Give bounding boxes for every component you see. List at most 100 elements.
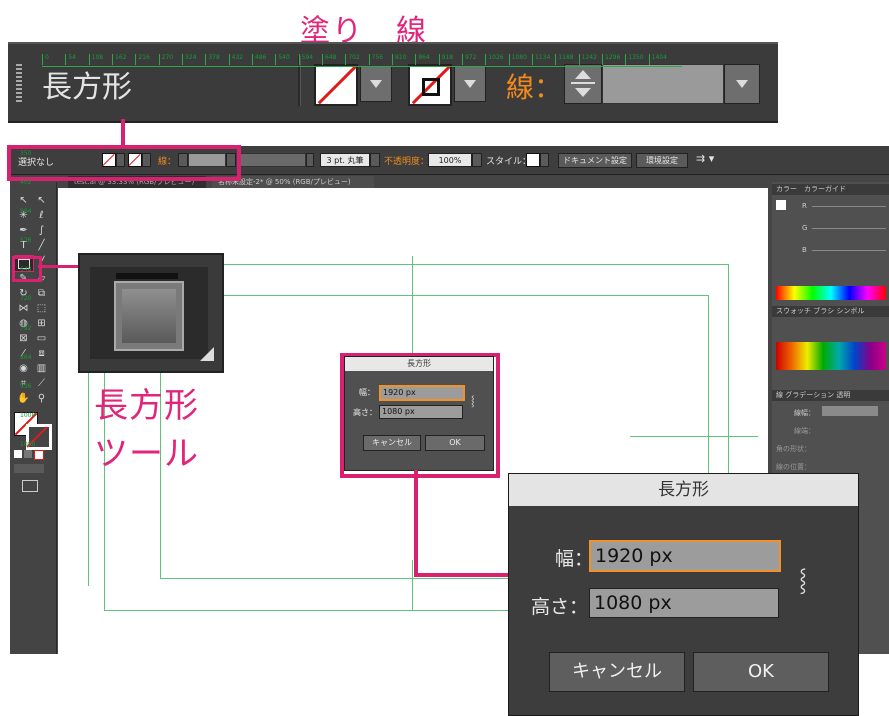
gradient-tab[interactable]: グラデーション	[785, 391, 834, 399]
tool-callout-line2: ツール	[94, 434, 199, 474]
tool-name-label: 長方形	[42, 70, 132, 105]
stroke-weight-stepper[interactable]	[564, 64, 602, 104]
ruler-h-tick: 108	[88, 54, 103, 65]
ruler-h-tick: 1404	[648, 54, 667, 65]
ruler-h-tick: 810	[392, 54, 406, 65]
ruler-v-tick: 720	[20, 295, 32, 303]
line-width-input[interactable]	[822, 406, 878, 416]
large-width-input[interactable]: 1920 px	[589, 540, 781, 572]
large-cancel-button[interactable]: キャンセル	[549, 652, 685, 692]
stroke-dropdown-button[interactable]	[454, 66, 486, 102]
guide-line	[630, 436, 758, 437]
g-slider[interactable]	[812, 228, 886, 229]
r-label: R	[802, 202, 807, 210]
small-ok-button[interactable]: OK	[425, 435, 485, 451]
stroke-panel-header[interactable]: 線 グラデーション 透明	[772, 390, 889, 401]
brush-select[interactable]: 3 pt. 丸筆	[320, 153, 370, 167]
tool-connector-line	[38, 265, 78, 268]
large-height-input[interactable]: 1080 px	[589, 588, 779, 618]
connector-line	[121, 119, 125, 147]
color-spectrum[interactable]	[776, 286, 886, 300]
small-height-input[interactable]: 1080 px	[379, 405, 463, 419]
variable-width-field[interactable]	[238, 153, 306, 167]
fill-swatch[interactable]	[314, 64, 358, 106]
stepper-up-icon	[575, 70, 591, 79]
large-link-constrain-icon[interactable]: ⸾	[799, 564, 807, 594]
ruler-v-tick: 1008	[20, 411, 36, 419]
color-fill-preview[interactable]	[776, 200, 786, 210]
link-constrain-icon[interactable]: ⸾	[471, 393, 475, 407]
ruler-h-tick: 378	[205, 54, 220, 65]
ruler-h-tick: 0	[42, 54, 49, 65]
ruler-v-tick: 936	[20, 382, 32, 390]
dialog-connector-vertical	[414, 470, 418, 576]
ruler-h-tick: 1350	[625, 54, 644, 65]
brush-tab[interactable]: ブラシ	[813, 307, 834, 315]
ruler-v-tick: 792	[20, 324, 32, 332]
variable-width-dd[interactable]	[306, 153, 314, 167]
grip-handle[interactable]	[16, 64, 22, 102]
stroke-weight-dropdown[interactable]	[724, 64, 760, 104]
swatch-panel-header[interactable]: スウォッチ ブラシ シンボル	[772, 306, 889, 317]
b-slider[interactable]	[812, 250, 886, 251]
guide-line	[412, 560, 413, 610]
ruler-h-tick: 756	[368, 54, 383, 65]
stroke-weight-input[interactable]	[602, 64, 724, 104]
small-height-label: 高さ：	[353, 408, 377, 417]
ruler-h-tick: 486	[252, 54, 266, 65]
small-width-input[interactable]: 1920 px	[379, 385, 465, 401]
rectangle-tool-highlight	[12, 256, 42, 282]
stroke-tab[interactable]: 線	[776, 391, 783, 399]
ruler-h-tick: 216	[135, 54, 150, 65]
swatch-tab[interactable]: スウォッチ	[776, 307, 811, 315]
tool-zoom-bar	[116, 273, 178, 279]
rectangle-big-icon	[114, 281, 184, 351]
symbol-tab[interactable]: シンボル	[836, 307, 864, 315]
ruler-h-tick: 648	[322, 54, 336, 65]
swatch-grid[interactable]	[776, 342, 886, 370]
rectangle-big-fill	[122, 289, 176, 343]
ruler-h-tick: 864	[415, 54, 430, 65]
opacity-input[interactable]: 100%	[428, 153, 472, 167]
guide-line	[708, 295, 709, 485]
document-setup-button[interactable]: ドキュメント設定	[558, 153, 632, 168]
brush-dd[interactable]	[370, 153, 380, 167]
color-guide-tab[interactable]: カラーガイド	[804, 185, 846, 193]
ruler-h-tick: 702	[345, 54, 360, 65]
ruler-v-tick: 504	[20, 208, 32, 216]
dialog-connector-horizontal	[414, 573, 510, 577]
opacity-dd[interactable]	[472, 153, 482, 167]
stroke-weight-label: 線：	[506, 71, 563, 104]
color-tab[interactable]: カラー	[776, 185, 797, 193]
ruler-h-tick: 918	[438, 54, 453, 65]
color-panel-header[interactable]: カラー カラーガイド	[772, 184, 889, 195]
fill-dropdown-button[interactable]	[360, 66, 392, 102]
guide-line	[728, 264, 729, 484]
large-ok-button[interactable]: OK	[693, 652, 829, 692]
ruler-v-tick: 864	[20, 353, 32, 361]
transparency-tab[interactable]: 透明	[836, 391, 850, 399]
control-bar-highlight	[7, 145, 241, 181]
small-cancel-button[interactable]: キャンセル	[363, 435, 421, 451]
line-width-label: 線幅：	[794, 409, 815, 417]
r-slider[interactable]	[812, 206, 886, 207]
arrange-icon[interactable]: ⇉ ▾	[696, 152, 714, 165]
g-label: G	[802, 224, 808, 232]
rectangle-dialog-small: 長方形 幅： 1920 px 高さ： 1080 px ⸾ キャンセル OK	[344, 356, 494, 471]
stroke-swatch[interactable]	[408, 64, 452, 106]
ruler-v-tick: 350	[20, 150, 32, 157]
ruler-h-tick: 1134	[532, 54, 550, 65]
vertical-ruler: 350 402 504 576 648 720 792 864 936 1008 1080	[20, 150, 40, 480]
ruler-h-tick: 1026	[485, 54, 504, 65]
style-dd[interactable]	[540, 153, 549, 167]
stepper-divider	[571, 82, 595, 84]
large-dialog-title: 長方形	[509, 474, 858, 506]
screen-mode-icon[interactable]	[22, 480, 38, 492]
ruler-v-tick: 1080	[20, 440, 36, 448]
opacity-label: 不透明度：	[384, 157, 430, 167]
style-swatch[interactable]	[526, 153, 540, 167]
small-width-label: 幅：	[359, 388, 375, 397]
ruler-h-tick: 432	[228, 54, 243, 65]
ruler-h-tick: 1080	[508, 54, 527, 65]
preferences-button[interactable]: 環境設定	[636, 153, 688, 168]
